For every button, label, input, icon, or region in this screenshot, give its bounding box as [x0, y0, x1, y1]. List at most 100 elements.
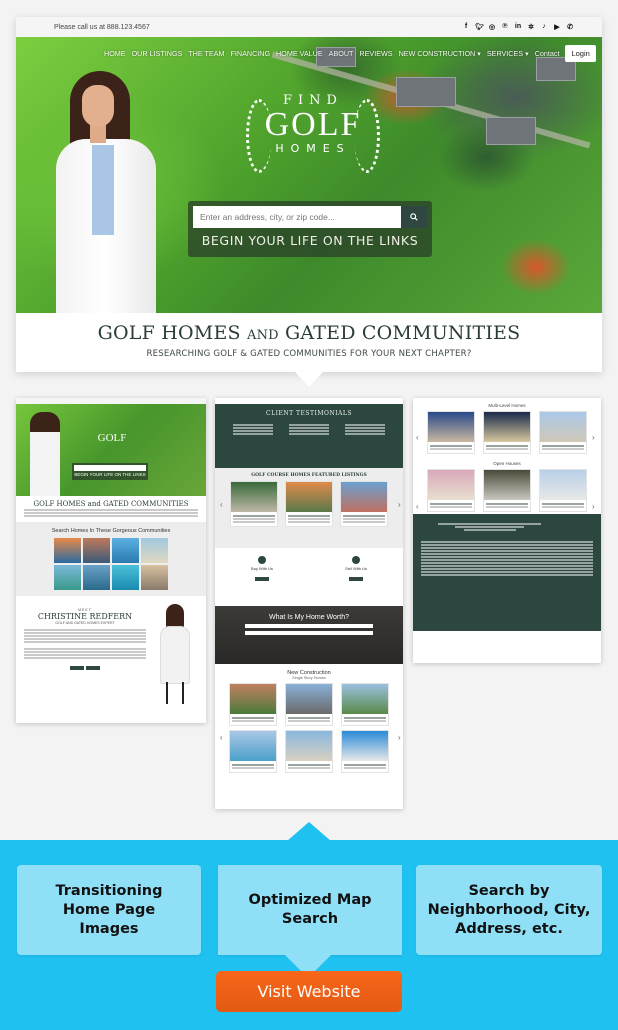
hero-card-pointer — [295, 372, 323, 387]
sell-with-us[interactable]: Sell With Us — [345, 566, 367, 571]
hero-search: BEGIN YOUR LIFE ON THE LINKS — [188, 201, 432, 257]
carousel-prev-icon[interactable]: ‹ — [220, 500, 223, 509]
carousel-prev-icon[interactable]: ‹ — [416, 502, 419, 511]
carousel-next-icon[interactable]: › — [592, 502, 595, 511]
open-houses-section: Open Houses — [413, 456, 601, 514]
home-worth-section: What Is My Home Worth? — [215, 606, 403, 664]
feature-label: Search by Neighborhood, City, Address, e… — [427, 882, 591, 937]
social-links: f 🐦︎ ◎ ℗ in ✲ ♪ ▶ ✆ — [462, 23, 574, 31]
community-tile[interactable] — [54, 538, 81, 563]
listing-card[interactable] — [229, 683, 277, 726]
listing-card[interactable] — [341, 730, 389, 773]
login-button[interactable]: Login — [565, 45, 596, 62]
visit-website-button[interactable]: Visit Website — [216, 971, 402, 1012]
search-button[interactable] — [401, 206, 427, 228]
agent-photo — [52, 59, 172, 313]
listing-card[interactable] — [539, 469, 587, 512]
nav-home[interactable]: HOME — [104, 49, 126, 58]
listing-card[interactable] — [229, 730, 277, 773]
featured-title: GOLF COURSE HOMES FEATURED LISTINGS — [251, 473, 367, 478]
carousel-next-icon[interactable]: › — [398, 500, 401, 509]
headline-section: GOLF HOMES AND GATED COMMUNITIES RESEARC… — [16, 313, 602, 359]
nav-contact[interactable]: Contact — [535, 49, 560, 58]
listing-card[interactable] — [427, 411, 475, 454]
carousel-next-icon[interactable]: › — [592, 433, 595, 442]
listing-card[interactable] — [539, 411, 587, 454]
agent-full-photo — [158, 604, 194, 704]
home-worth-address-field[interactable] — [245, 624, 373, 628]
community-grid — [16, 538, 206, 590]
main-nav: HOME OUR LISTINGS THE TEAM FINANCING HOM… — [104, 45, 596, 62]
tiktok-icon[interactable]: ♪ — [540, 23, 548, 31]
house-roof — [396, 77, 456, 107]
mini-tagline: BEGIN YOUR LIFE ON THE LINKS — [74, 472, 146, 477]
nav-our-listings[interactable]: OUR LISTINGS — [132, 49, 183, 58]
instagram-icon[interactable]: ◎ — [488, 23, 496, 31]
nav-services[interactable]: SERVICES ▾ — [487, 49, 529, 58]
band-pointer — [287, 822, 331, 841]
community-tile[interactable] — [83, 538, 110, 563]
buy-sell-section: Buy With Us Sell With Us — [215, 548, 403, 606]
promo-page: Please call us at 888.123.4567 f 🐦︎ ◎ ℗ … — [0, 0, 618, 1030]
top-bar: Please call us at 888.123.4567 f 🐦︎ ◎ ℗ … — [16, 17, 602, 37]
feature-label: Optimized Map Search — [248, 892, 372, 927]
sell-contact-button[interactable] — [349, 577, 364, 581]
nav-home-value[interactable]: HOME VALUE — [276, 49, 323, 58]
home-worth-city-field[interactable] — [245, 631, 373, 635]
community-tile[interactable] — [83, 565, 110, 590]
nav-about[interactable]: ABOUT — [329, 49, 354, 58]
listing-card[interactable] — [230, 481, 279, 527]
listing-card[interactable] — [285, 683, 333, 726]
youtube-icon[interactable]: ▶ — [553, 23, 561, 31]
community-tile[interactable] — [141, 538, 168, 563]
community-tile[interactable] — [141, 565, 168, 590]
search-icon — [410, 213, 418, 221]
website-hero-preview: Please call us at 888.123.4567 f 🐦︎ ◎ ℗ … — [16, 17, 602, 372]
linkedin-icon[interactable]: in — [514, 23, 522, 31]
whatsapp-icon[interactable]: ✆ — [566, 23, 574, 31]
listing-card[interactable] — [483, 411, 531, 454]
address-search-input[interactable] — [193, 206, 401, 228]
nav-reviews[interactable]: REVIEWS — [359, 49, 392, 58]
sell-icon — [352, 556, 361, 564]
listing-card[interactable] — [341, 683, 389, 726]
mini-hero: GOLF BEGIN YOUR LIFE ON THE LINKS — [16, 404, 206, 496]
nav-financing[interactable]: FINANCING — [231, 49, 271, 58]
phone-text: Please call us at 888.123.4567 — [54, 23, 150, 31]
buy-contact-button[interactable] — [255, 577, 270, 581]
yelp-icon[interactable]: ✲ — [527, 23, 535, 31]
meet-agent-section: MEET CHRISTINE REDFERN GOLF AND GATED HO… — [16, 596, 206, 704]
open-houses-title: Open Houses — [493, 461, 521, 466]
homepage-preview-thumbnail: GOLF BEGIN YOUR LIFE ON THE LINKS GOLF H… — [16, 398, 206, 723]
community-tile[interactable] — [112, 538, 139, 563]
listing-card[interactable] — [284, 481, 333, 527]
buy-with-us[interactable]: Buy With Us — [251, 566, 273, 571]
nav-the-team[interactable]: THE TEAM — [188, 49, 224, 58]
communities-title: Search Homes In These Gorgeous Communiti… — [51, 528, 171, 534]
carousel-prev-icon[interactable]: ‹ — [220, 733, 223, 742]
community-tile[interactable] — [112, 565, 139, 590]
carousel-prev-icon[interactable]: ‹ — [416, 433, 419, 442]
contact-button[interactable] — [86, 666, 100, 670]
laurel-right-icon — [354, 99, 380, 173]
listing-card[interactable] — [285, 730, 333, 773]
agent-title: GOLF AND GATED HOMES EXPERT — [55, 621, 115, 625]
listing-card[interactable] — [339, 481, 388, 527]
carousel-next-icon[interactable]: › — [398, 733, 401, 742]
listing-card[interactable] — [483, 469, 531, 512]
testimonials-section: CLIENT TESTIMONIALS — [215, 404, 403, 468]
testimonials-title: CLIENT TESTIMONIALS — [266, 410, 352, 417]
facebook-icon[interactable]: f — [462, 23, 470, 31]
hero-banner: HOME OUR LISTINGS THE TEAM FINANCING HOM… — [16, 37, 602, 313]
laurel-left-icon — [246, 99, 272, 173]
hero-tagline: BEGIN YOUR LIFE ON THE LINKS — [201, 233, 419, 248]
our-team-button[interactable] — [70, 666, 84, 670]
feature-search-by-neighborhood: Search by Neighborhood, City, Address, e… — [416, 865, 602, 955]
listing-card[interactable] — [427, 469, 475, 512]
pinterest-icon[interactable]: ℗ — [501, 23, 509, 31]
listings-preview-thumbnail: CLIENT TESTIMONIALS GOLF COURSE HOMES FE… — [215, 398, 403, 809]
community-tile[interactable] — [54, 565, 81, 590]
twitter-icon[interactable]: 🐦︎ — [475, 23, 484, 31]
mini-headline: GOLF HOMES and GATED COMMUNITIES — [33, 500, 189, 508]
nav-new-construction[interactable]: NEW CONSTRUCTION ▾ — [399, 49, 481, 58]
